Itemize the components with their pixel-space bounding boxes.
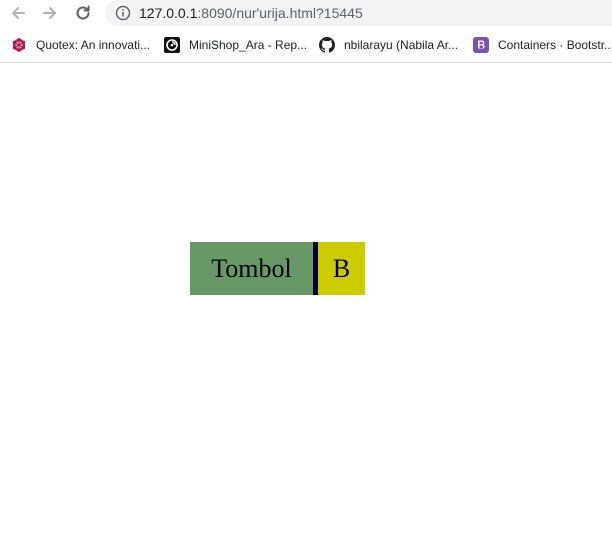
url-text[interactable]: 127.0.0.1:8090/nur'urija.html?15445 xyxy=(139,5,363,21)
reload-icon xyxy=(76,5,90,20)
b-button[interactable]: B xyxy=(318,242,365,295)
bootstrap-icon xyxy=(473,37,489,53)
address-bar[interactable]: 127.0.0.1:8090/nur'urija.html?15445 xyxy=(105,0,612,26)
forward-button[interactable] xyxy=(40,3,60,23)
back-arrow-icon xyxy=(12,7,25,19)
bookmark-bootstrap[interactable]: Containers · Bootstr... xyxy=(473,33,612,57)
bookmark-label: Containers · Bootstr... xyxy=(498,38,612,52)
bookmark-quotex[interactable]: Quotex: An innovati... xyxy=(11,33,150,57)
quotex-icon xyxy=(11,37,27,53)
url-host: 127.0.0.1 xyxy=(139,5,198,21)
bookmark-minishop[interactable]: MiniShop_Ara - Rep... xyxy=(164,33,307,57)
button-group: Tombol B xyxy=(190,242,365,295)
url-path: :8090/nur'urija.html?15445 xyxy=(197,5,363,21)
bookmarks-bar: Quotex: An innovati... MiniShop_Ara - Re… xyxy=(0,32,612,58)
info-icon[interactable] xyxy=(115,5,131,21)
minishop-icon xyxy=(164,37,180,53)
bookmark-label: nbilarayu (Nabila Ar... xyxy=(344,38,459,52)
navigation-row: 127.0.0.1:8090/nur'urija.html?15445 xyxy=(0,0,612,26)
page-content: Tombol B xyxy=(0,63,612,549)
bookmark-github[interactable]: nbilarayu (Nabila Ar... xyxy=(319,33,458,57)
back-button[interactable] xyxy=(8,3,28,23)
reload-button[interactable] xyxy=(73,3,93,23)
browser-chrome: 127.0.0.1:8090/nur'urija.html?15445 Quot… xyxy=(0,0,612,63)
bookmark-label: Quotex: An innovati... xyxy=(36,38,151,52)
bookmark-label: MiniShop_Ara - Rep... xyxy=(189,38,308,52)
github-icon xyxy=(319,37,335,53)
forward-arrow-icon xyxy=(43,7,56,19)
tombol-button[interactable]: Tombol xyxy=(190,242,313,295)
